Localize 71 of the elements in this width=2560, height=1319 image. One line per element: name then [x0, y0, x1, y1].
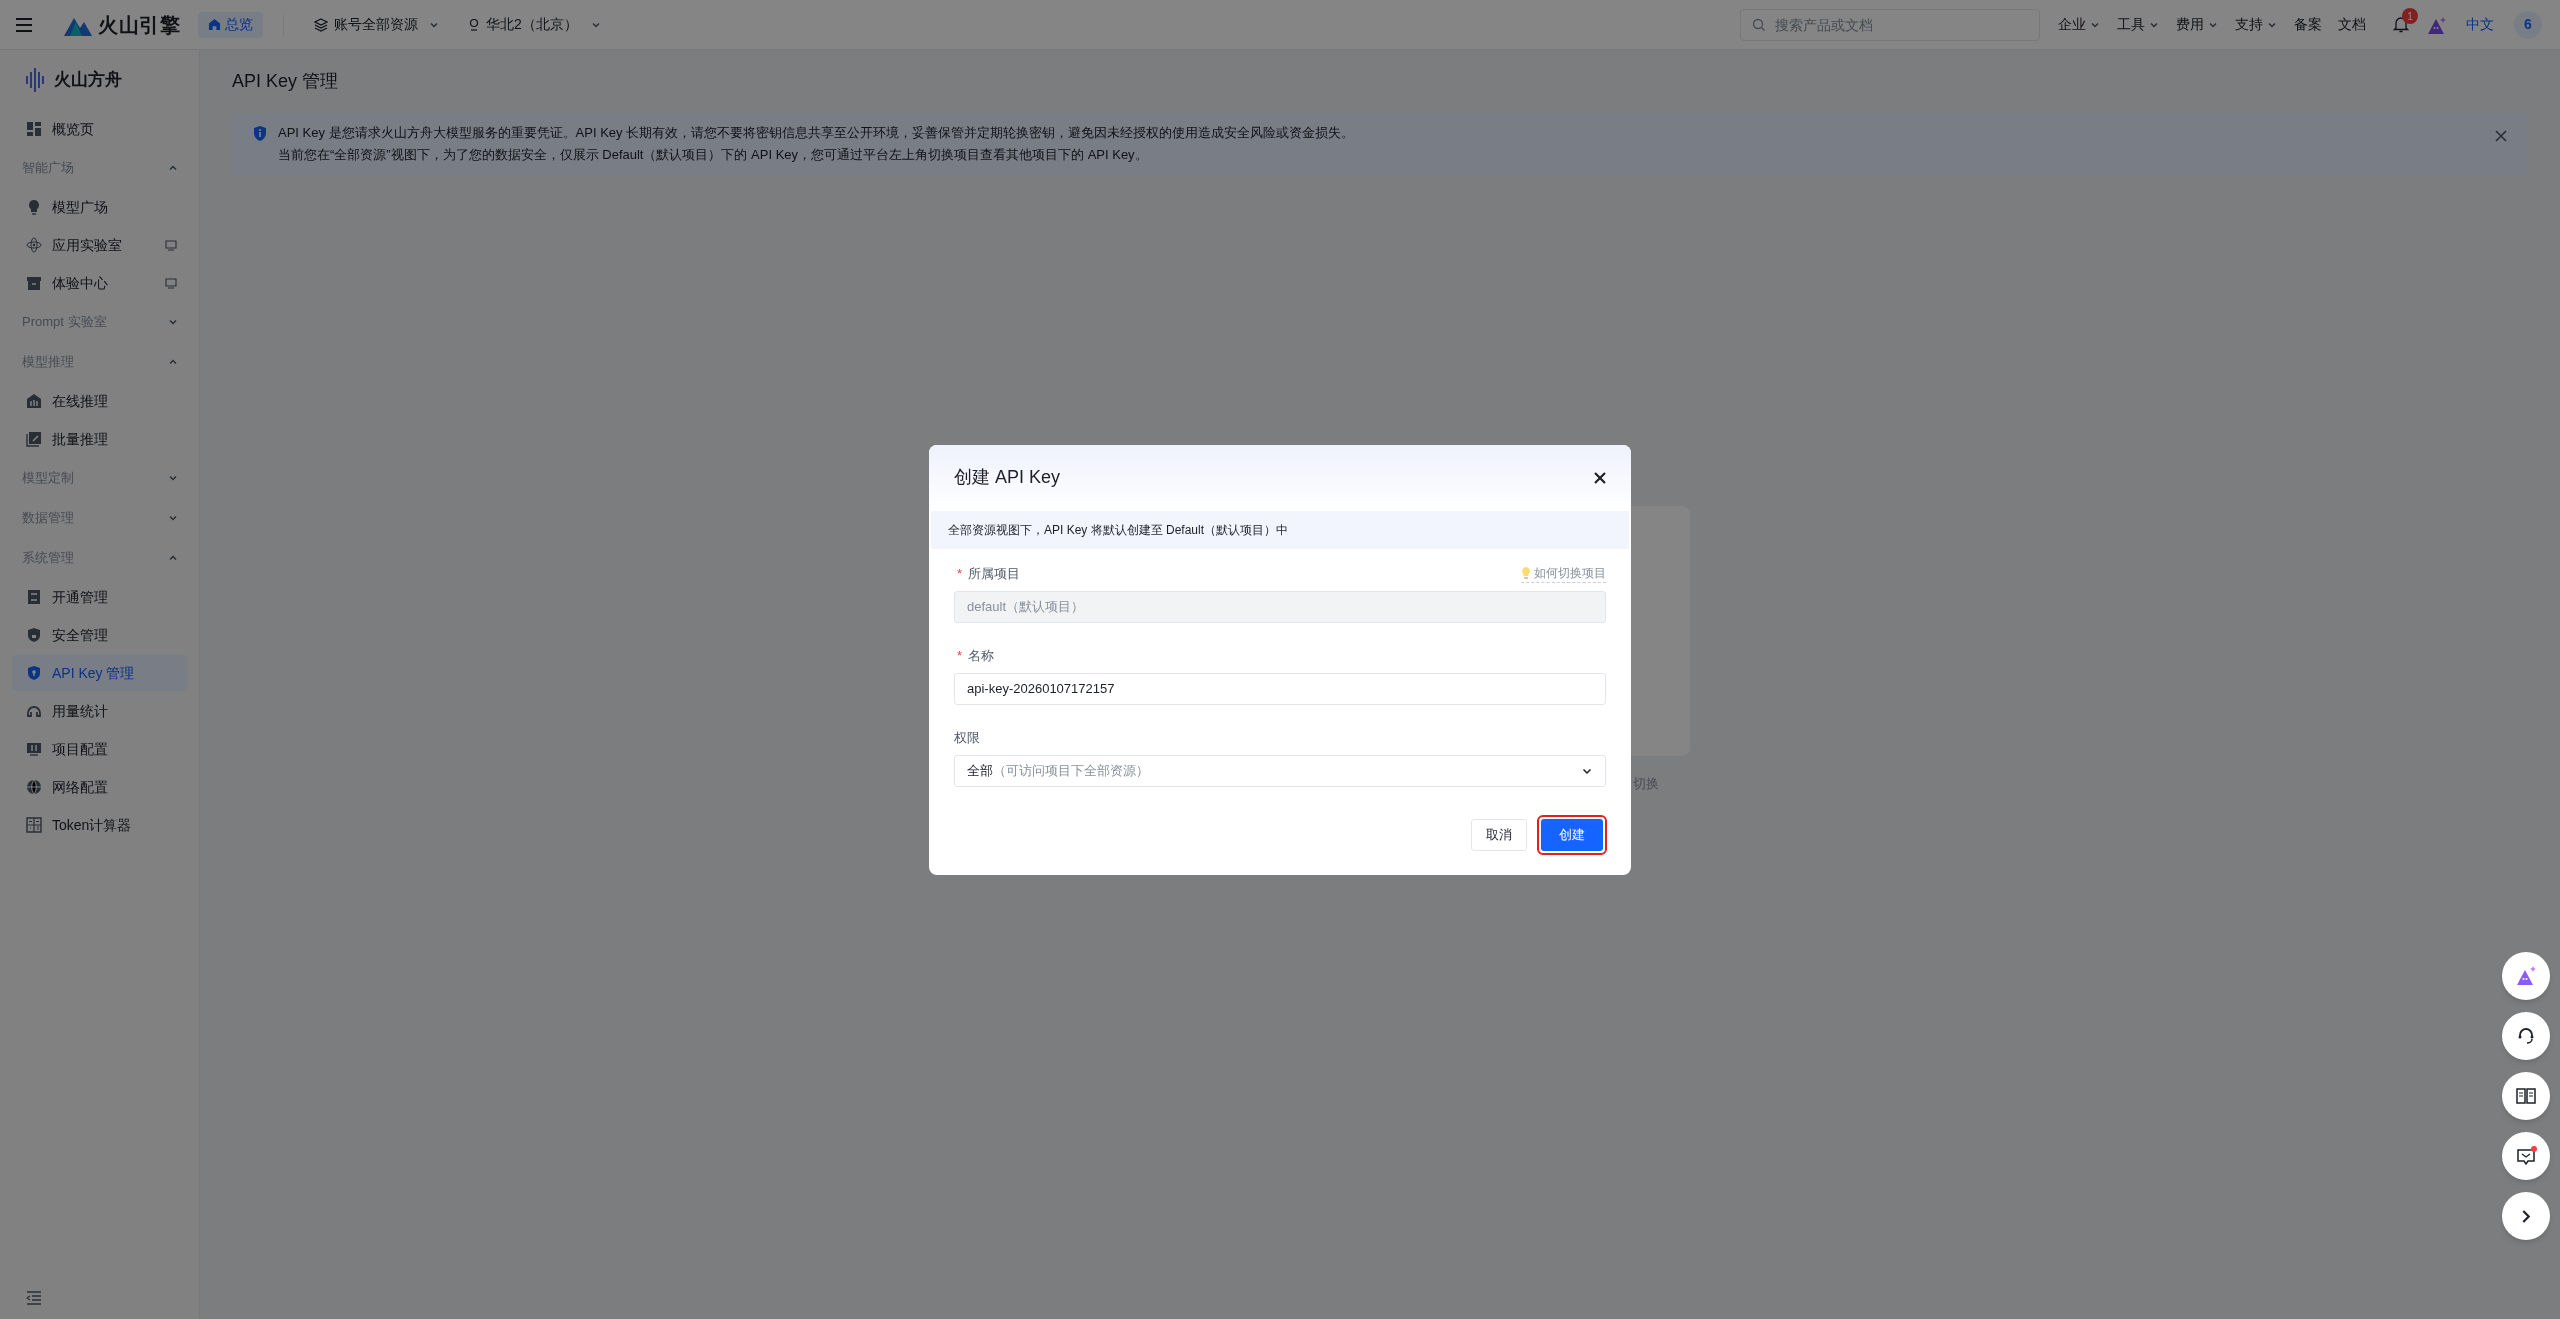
dialog-notice: 全部资源视图下，API Key 将默认创建至 Default（默认项目）中	[931, 510, 1629, 549]
home-icon	[208, 18, 221, 31]
logo-text: 火山引擎	[98, 12, 180, 38]
home-button[interactable]: 总览	[198, 11, 263, 38]
account-selector[interactable]: 账号全部资源	[314, 14, 440, 35]
dashboard-icon	[26, 121, 42, 137]
language-button[interactable]: 中文	[2466, 14, 2494, 35]
field-label: 名称	[968, 646, 995, 665]
location-pin-icon	[468, 17, 480, 32]
region-selector[interactable]: 华北2（北京）	[468, 14, 602, 35]
notification-badge: 1	[2402, 7, 2418, 24]
monitor-icon	[165, 239, 177, 251]
input-field[interactable]: api-key-20260107172157	[954, 672, 1606, 705]
sidebar-item[interactable]: 在线推理	[12, 383, 187, 419]
cancel-button[interactable]: 取消	[1471, 818, 1527, 851]
archive-box-icon	[26, 275, 42, 291]
dialog-title: 创建 API Key	[954, 466, 1061, 489]
sidebar-item[interactable]: 概览页	[12, 111, 187, 147]
layers-icon	[314, 17, 328, 32]
sidebar-item[interactable]: 应用实验室	[12, 227, 187, 263]
search-icon	[1752, 17, 1766, 32]
help-link[interactable]: 如何切换项目	[1521, 564, 1606, 583]
menu-link[interactable]: 文档	[2338, 14, 2366, 35]
select-field[interactable]: 全部（可访问项目下全部资源）	[954, 754, 1606, 787]
lightbulb-icon	[1521, 566, 1531, 580]
shield-key-icon	[26, 665, 42, 681]
sound-wave-logo-icon	[26, 67, 44, 93]
monitor-icon	[165, 277, 177, 289]
rocket-card-icon	[26, 431, 42, 447]
close-icon[interactable]	[1594, 471, 1606, 484]
required-mark: *	[956, 646, 963, 665]
shield-lock-icon	[26, 627, 42, 643]
sidebar-item[interactable]: 批量推理	[12, 421, 187, 457]
atom-icon	[26, 237, 42, 253]
lightbulb-icon	[26, 199, 42, 215]
bar-chart-icon	[26, 393, 42, 409]
collapse-sidebar-icon[interactable]	[26, 1291, 42, 1305]
menu-dropdown[interactable]: 工具	[2117, 14, 2160, 35]
menu-link[interactable]: 备案	[2294, 14, 2322, 35]
sidebar-item[interactable]: 用量统计	[12, 693, 187, 729]
sidebar-item[interactable]: 项目配置	[12, 731, 187, 767]
sidebar-item[interactable]: Token计算器	[12, 807, 187, 843]
sidebar-item[interactable]: API Key 管理	[12, 655, 187, 691]
sidebar-item[interactable]: 模型广场	[12, 189, 187, 225]
mascot-icon	[2514, 964, 2538, 988]
message-icon	[2514, 1144, 2538, 1168]
headphones-icon	[26, 703, 42, 719]
sidebar-item[interactable]: 体验中心	[12, 265, 187, 301]
required-mark: *	[956, 564, 963, 583]
brand-name: 火山方舟	[54, 69, 122, 92]
menu-dropdown[interactable]: 费用	[2176, 14, 2219, 35]
page-title: API Key 管理	[232, 70, 340, 93]
menu-dropdown[interactable]: 支持	[2235, 14, 2278, 35]
menu-dropdown[interactable]: 企业	[2058, 14, 2101, 35]
field-label: 权限	[954, 728, 980, 747]
sidebar-item[interactable]: 网络配置	[12, 769, 187, 805]
sidebar-item[interactable]: 安全管理	[12, 617, 187, 653]
search-field[interactable]: 搜索产品或文档	[1740, 8, 2040, 41]
sidebar-item[interactable]: 开通管理	[12, 579, 187, 615]
clipboard-icon	[26, 589, 42, 605]
monitor-arrows-icon	[26, 741, 42, 757]
banner-text: 当前您在“全部资源”视图下，为了您的数据安全，仅展示 Default（默认项目）下的 API Key，您可通过平台左上角切换项目查看其他项目下的 API Key。	[278, 146, 1149, 164]
chevron-right-icon	[2522, 1209, 2530, 1223]
field-label: 所属项目	[968, 564, 1021, 583]
calculator-icon	[26, 817, 42, 833]
globe-icon	[26, 779, 42, 795]
user-avatar[interactable]: 6	[2514, 10, 2542, 39]
shield-info-icon	[252, 125, 268, 142]
bell-icon[interactable]	[2393, 16, 2409, 33]
banner-text: API Key 是您请求火山方舟大模型服务的重要凭证。API Key 长期有效，请您不要将密钥信息共享至公开环境，妥善保管并定期轮换密钥，避免因未经授权的使用造成安全风险或资金损失。	[278, 124, 1356, 142]
create-button[interactable]: 创建	[1541, 818, 1603, 851]
